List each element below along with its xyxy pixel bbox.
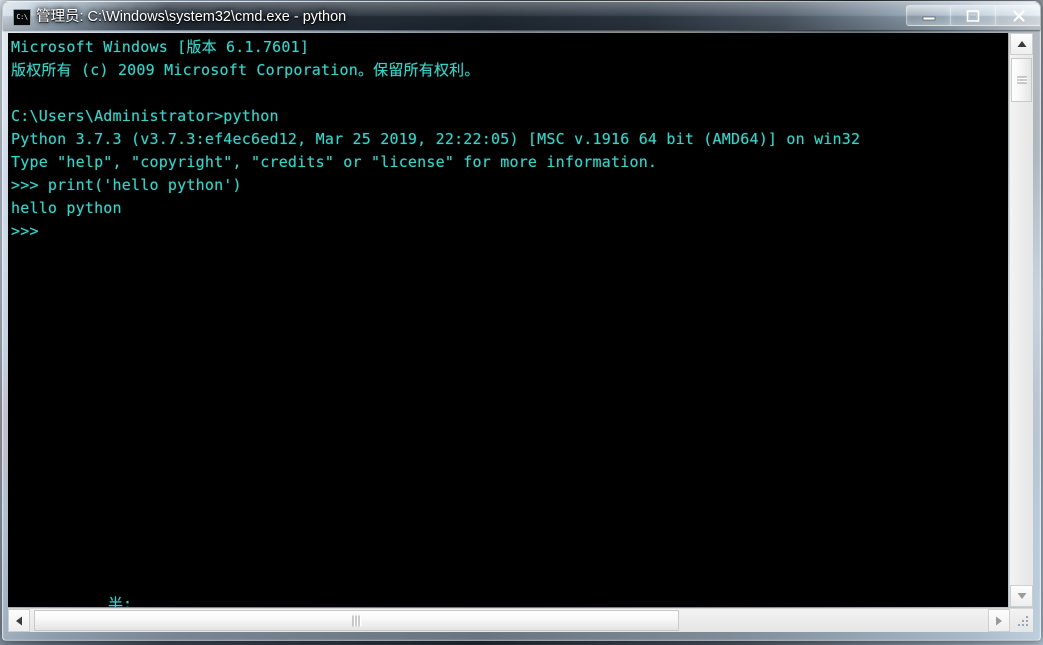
resize-grip-icon[interactable] — [1016, 614, 1030, 628]
chevron-right-icon — [996, 616, 1002, 625]
console-output-area[interactable]: Microsoft Windows [版本 6.1.7601] 版权所有 (c)… — [8, 33, 1008, 607]
minimize-button[interactable] — [906, 5, 951, 26]
vertical-scrollbar-thumb[interactable] — [1011, 58, 1032, 102]
scroll-up-button[interactable] — [1010, 33, 1033, 55]
vertical-scrollbar[interactable] — [1009, 33, 1033, 607]
chevron-up-icon — [1017, 41, 1026, 47]
chevron-left-icon — [16, 616, 22, 625]
horizontal-scrollbar[interactable] — [8, 608, 1033, 632]
minimize-icon — [922, 16, 935, 20]
console-bottom-text: 半: — [108, 595, 133, 607]
maximize-button[interactable] — [951, 5, 996, 26]
scroll-down-button[interactable] — [1010, 585, 1033, 607]
horizontal-scrollbar-thumb[interactable] — [34, 610, 679, 631]
scroll-left-button[interactable] — [8, 609, 30, 632]
scrollbar-grip-icon — [1017, 76, 1027, 84]
scroll-right-button[interactable] — [988, 609, 1010, 632]
command-prompt-window: C:\ 管理员: C:\Windows\system32\cmd.exe - p… — [0, 0, 1043, 645]
scrollbar-grip-icon — [352, 615, 361, 626]
cmd-console-icon: C:\ — [13, 9, 31, 26]
chevron-down-icon — [1017, 593, 1026, 599]
close-icon — [1012, 9, 1025, 22]
console-text: Microsoft Windows [版本 6.1.7601] 版权所有 (c)… — [11, 38, 861, 240]
window-titlebar[interactable]: C:\ 管理员: C:\Windows\system32\cmd.exe - p… — [3, 2, 1040, 30]
maximize-icon — [966, 9, 980, 22]
window-title: 管理员: C:\Windows\system32\cmd.exe - pytho… — [36, 9, 347, 25]
close-button[interactable] — [996, 5, 1040, 26]
